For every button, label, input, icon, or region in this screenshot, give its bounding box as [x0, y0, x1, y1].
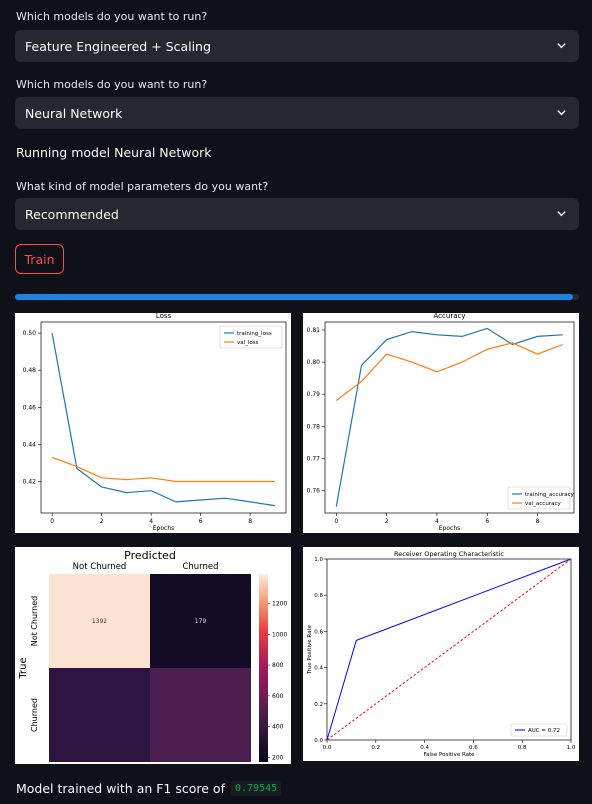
roc-y-tick-label: 0.0	[314, 738, 323, 744]
roc-chart-panel: Receiver Operating Characteristic 0.0 0.0 0…	[303, 547, 579, 761]
loss-y-tick-label: 0.42	[23, 478, 37, 485]
accuracy-x-tick-label: 4	[435, 518, 439, 525]
roc-y-axis-label: True Positive Rate	[307, 624, 313, 675]
loss-x-tick-label: 6	[199, 518, 203, 525]
roc-y-tick-label: 0.6	[314, 629, 323, 635]
cm-colorbar-tick-label: 600	[272, 693, 284, 700]
roc-series-1-line	[326, 558, 572, 741]
cm-cell-value: 179	[195, 618, 207, 625]
roc-legend-label: AUC = 0.72	[528, 728, 560, 734]
cm-colorbar-tick-label: 1000	[272, 631, 287, 638]
roc-y-tick-label: 1.0	[314, 557, 323, 563]
roc-y-tick-label: 0.2	[314, 702, 323, 708]
accuracy-y-tick-label: 0.78	[307, 423, 321, 430]
confusion-matrix-chart: PredictedNot Churned Churned1392 179Not Ch…	[18, 549, 287, 762]
roc-title: Receiver Operating Characteristic	[394, 550, 504, 558]
roc-x-tick-label: 0.4	[420, 745, 429, 751]
cm-row-label: Churned	[30, 698, 39, 732]
roc-x-axis-label: False Positive Rate	[423, 752, 475, 758]
chevron-down-icon	[557, 211, 566, 217]
accuracy-chart: Accuracy 0 2 4 6 8 0.76 0.77 0.78 0.79 0.80 0.81 Epo…	[307, 313, 575, 532]
cm-cell	[49, 668, 150, 762]
accuracy-axes-frame	[324, 321, 575, 514]
roc-x-tick-label: 1.0	[567, 745, 576, 751]
cm-cell	[150, 668, 251, 762]
loss-legend-label: training_loss	[237, 331, 272, 337]
cm-column-label: Not Churned	[73, 562, 127, 572]
model-choice-value: Neural Network	[25, 105, 123, 121]
cm-cell-value: 1392	[92, 618, 107, 625]
params-select[interactable]: Recommended	[15, 198, 579, 230]
cm-y-axis-label: True	[18, 657, 29, 679]
accuracy-x-tick-label: 8	[536, 518, 540, 525]
roc-x-tick-label: 0.0	[323, 745, 332, 751]
loss-chart-panel: Loss 0 2 4 6 8 0.42 0.44 0.46 0.48 0.50 Epochs train…	[15, 313, 291, 533]
params-value: Recommended	[25, 206, 119, 222]
accuracy-legend-label: val_accuracy	[525, 501, 561, 507]
accuracy-y-tick-label: 0.81	[307, 327, 321, 334]
loss-axes-frame	[40, 321, 287, 514]
accuracy-chart-panel: Accuracy 0 2 4 6 8 0.76 0.77 0.78 0.79 0.80 0.81 Epo…	[303, 313, 579, 533]
train-button[interactable]: Train	[15, 244, 64, 274]
roc-y-tick-label: 0.8	[314, 593, 323, 599]
accuracy-y-tick-label: 0.80	[307, 359, 321, 366]
cm-colorbar-tick-label: 400	[272, 724, 284, 731]
accuracy-x-tick-label: 6	[485, 518, 489, 525]
model-type-value: Feature Engineered + Scaling	[25, 38, 211, 54]
accuracy-legend-label: training_accuracy	[525, 492, 575, 498]
accuracy-x-tick-label: 0	[334, 518, 338, 525]
loss-x-tick-label: 8	[248, 518, 252, 525]
roc-y-tick-label: 0.4	[314, 666, 323, 672]
cm-colorbar	[259, 574, 268, 762]
result-line: Model trained with an F1 score of 0.7954…	[16, 781, 282, 796]
params-select-label: What kind of model parameters do you wan…	[16, 180, 269, 193]
loss-y-tick-label: 0.44	[23, 441, 37, 448]
accuracy-x-tick-label: 2	[385, 518, 389, 525]
cm-colorbar-tick-label: 1200	[272, 601, 287, 608]
loss-title: Loss	[156, 313, 172, 320]
accuracy-y-tick-label: 0.79	[307, 391, 321, 398]
model-select-label: Which models do you want to run?	[16, 10, 208, 23]
model-choice-label: Which models do you want to run?	[16, 78, 208, 91]
progress-fill	[15, 294, 574, 300]
model-choice-select[interactable]: Neural Network	[15, 97, 579, 129]
loss-y-tick-label: 0.46	[23, 404, 37, 411]
accuracy-x-axis-label: Epochs	[439, 525, 461, 532]
loss-x-axis-label: Epochs	[153, 525, 175, 532]
accuracy-series-0-line	[335, 327, 563, 507]
loss-y-tick-label: 0.50	[23, 330, 37, 337]
cm-colorbar-tick-label: 800	[272, 662, 284, 669]
cm-title: Predicted	[124, 549, 176, 562]
loss-x-tick-label: 0	[50, 518, 54, 525]
roc-x-tick-label: 0.8	[518, 745, 527, 751]
accuracy-y-tick-label: 0.76	[307, 488, 321, 495]
training-progress-bar	[15, 294, 579, 300]
cm-column-label: Churned	[182, 562, 218, 572]
loss-y-tick-label: 0.48	[23, 367, 37, 374]
result-text: Model trained with an F1 score of	[16, 781, 225, 796]
chevron-down-icon	[557, 43, 566, 49]
loss-legend-label: val_loss	[237, 340, 259, 346]
running-model-text: Running model Neural Network	[16, 145, 212, 160]
accuracy-series-1-line	[335, 342, 563, 402]
f1-score-value: 0.79545	[230, 781, 282, 796]
roc-chart: Receiver Operating Characteristic 0.00.0 0…	[307, 550, 576, 758]
accuracy-title: Accuracy	[434, 313, 466, 320]
cm-row-label: Not Churned	[30, 596, 39, 647]
loss-chart: Loss 0 2 4 6 8 0.42 0.44 0.46 0.48 0.50 Epochs train…	[23, 313, 287, 532]
chevron-down-icon	[557, 110, 566, 116]
roc-x-tick-label: 0.6	[469, 745, 478, 751]
loss-series-1-line	[51, 456, 275, 483]
roc-x-tick-label: 0.2	[371, 745, 380, 751]
accuracy-y-tick-label: 0.77	[307, 455, 321, 462]
model-type-select[interactable]: Feature Engineered + Scaling	[15, 30, 579, 62]
confusion-matrix-panel: Predicted Not Churned Churned 1392 179 Not Ch…	[15, 547, 291, 764]
loss-x-tick-label: 2	[100, 518, 104, 525]
loss-x-tick-label: 4	[149, 518, 153, 525]
cm-colorbar-tick-label: 200	[272, 754, 284, 761]
